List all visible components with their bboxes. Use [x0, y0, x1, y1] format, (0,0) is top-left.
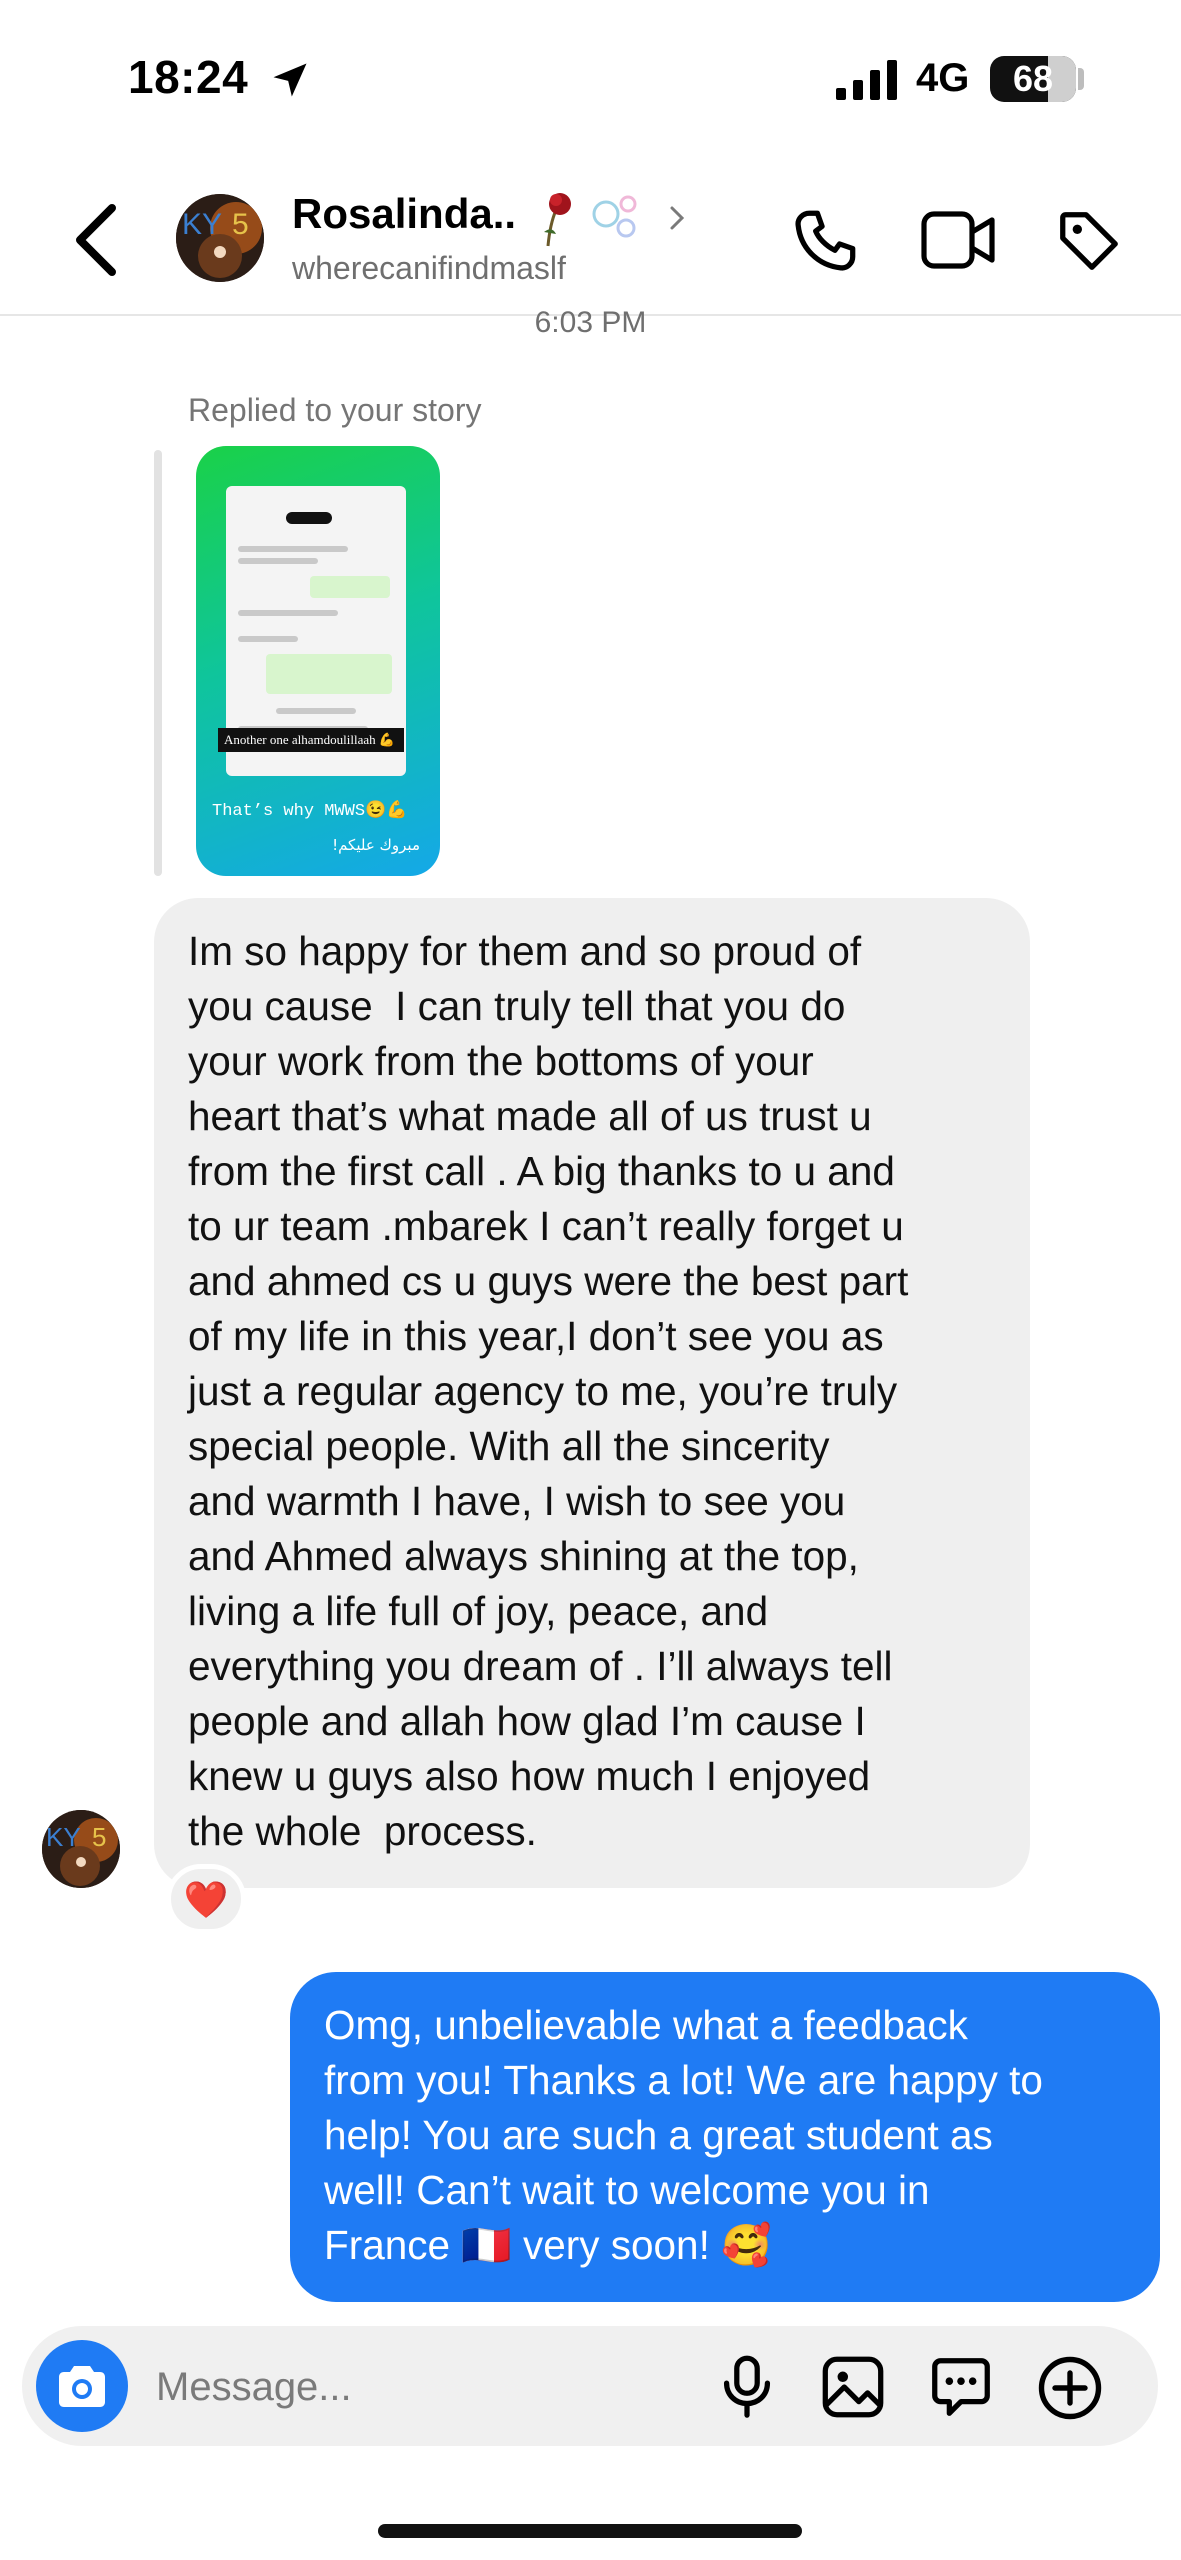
battery-nub [1078, 68, 1084, 90]
network-type: 4G [916, 56, 970, 100]
story-reply-note: Replied to your story [188, 392, 482, 428]
contact-name[interactable]: Rosalinda.. [292, 190, 516, 238]
camera-button[interactable] [36, 2340, 128, 2432]
story-caption: Another one alhamdoulillaah 💪 [218, 728, 404, 752]
story-thumbnail[interactable]: Another one alhamdoulillaah 💪 That’s why… [196, 446, 440, 876]
svg-text:KY: KY [46, 1822, 81, 1852]
contact-username[interactable]: wherecanifindmaslf [292, 250, 566, 287]
chat-screen: 18:24 4G 68 KY 5 Rosalinda.. wherecanifi… [0, 0, 1181, 2560]
svg-text:KY: KY [182, 208, 222, 241]
battery-icon: 68 [990, 56, 1076, 102]
phone-icon[interactable] [790, 206, 860, 276]
screenshot-notch [286, 512, 332, 524]
plus-icon[interactable] [1034, 2352, 1106, 2424]
tag-icon[interactable] [1054, 206, 1124, 276]
back-icon[interactable] [68, 200, 128, 280]
image-icon[interactable] [818, 2352, 888, 2422]
chat-header: KY 5 Rosalinda.. wherecanifindmaslf [0, 160, 1181, 316]
microphone-icon[interactable] [712, 2350, 782, 2422]
rose-and-bubbles-icon [544, 193, 637, 247]
heart-reaction[interactable]: ❤️ [166, 1864, 246, 1934]
battery-level: 68 [1012, 58, 1054, 99]
screenshot-bubble [266, 654, 392, 694]
camera-icon [59, 2366, 105, 2407]
home-indicator [378, 2524, 802, 2538]
incoming-message-text: Im so happy for them and so proud of you… [188, 928, 909, 1854]
reply-indicator-line [154, 450, 162, 876]
story-text-line: مبروك عليكم! [332, 836, 420, 854]
message-input[interactable] [154, 2356, 718, 2418]
avatar[interactable]: KY 5 [176, 194, 264, 282]
screenshot-line [238, 636, 298, 642]
svg-text:5: 5 [232, 208, 249, 241]
outgoing-message-bubble[interactable]: Omg, unbelievable what a feedback from y… [290, 1972, 1160, 2302]
incoming-message-bubble[interactable]: Im so happy for them and so proud of you… [154, 898, 1030, 1888]
signal-bars-icon [836, 60, 897, 100]
screenshot-bubble [310, 576, 390, 598]
message-timestamp: 6:03 PM [534, 306, 647, 339]
svg-text:5: 5 [92, 1822, 106, 1852]
screenshot-line [238, 610, 338, 616]
message-composer [22, 2326, 1158, 2446]
status-time: 18:24 [128, 51, 249, 103]
screenshot-line [276, 708, 356, 714]
location-arrow-icon [273, 63, 307, 97]
screenshot-line [238, 546, 348, 552]
video-camera-icon[interactable] [920, 208, 996, 272]
sticker-icon[interactable] [926, 2352, 996, 2422]
screenshot-line [238, 558, 318, 564]
sender-avatar[interactable]: KY 5 [42, 1810, 120, 1888]
story-text-line: That’s why MWWS😉💪 [212, 802, 408, 821]
outgoing-message-text: Omg, unbelievable what a feedback from y… [324, 2002, 1043, 2268]
status-bar: 18:24 4G 68 [0, 0, 1181, 160]
chevron-right-icon[interactable] [666, 198, 690, 238]
